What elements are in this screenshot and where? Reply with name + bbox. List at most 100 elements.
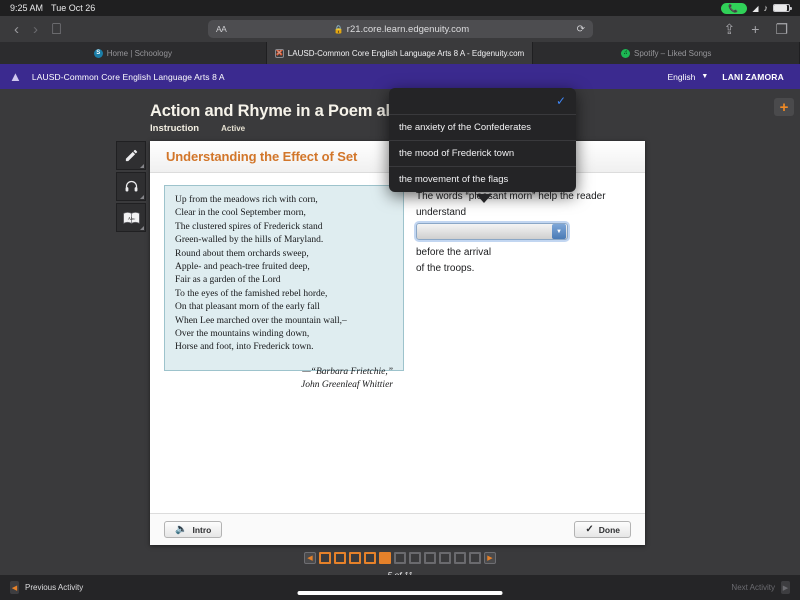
- page-title: Action and Rhyme in a Poem about: [150, 102, 421, 120]
- wifi-icon: ◢: [752, 3, 759, 13]
- browser-tab-title: Home | Schoology: [106, 48, 172, 58]
- dropdown-pointer: [476, 194, 492, 203]
- schoology-icon: S: [93, 48, 103, 58]
- pager-step-1[interactable]: [319, 552, 331, 564]
- previous-activity-button[interactable]: ◀ Previous Activity: [0, 581, 83, 594]
- svg-text:Abc: Abc: [127, 215, 135, 220]
- browser-tab-title: LAUSD-Common Core English Language Arts …: [287, 48, 525, 58]
- left-triangle-icon: ◀: [10, 581, 19, 594]
- checkmark-icon: ✓: [555, 94, 566, 108]
- battery-icon: [773, 4, 792, 12]
- add-button[interactable]: +: [774, 98, 794, 116]
- pager-step-3[interactable]: [349, 552, 361, 564]
- headphones-icon: ♪: [763, 3, 769, 13]
- poem-line: When Lee marched over the mountain wall,…: [175, 315, 347, 326]
- question-text-last: of the troops.: [416, 263, 475, 274]
- activity-bar: ◀ Previous Activity Next Activity ▶: [0, 575, 800, 600]
- text-size-button[interactable]: AA: [208, 24, 227, 34]
- pager-step-7[interactable]: [409, 552, 421, 564]
- next-activity-button[interactable]: Next Activity ▶: [731, 581, 800, 594]
- intro-button[interactable]: 🔈 Intro: [164, 521, 223, 538]
- select-dropdown-menu[interactable]: ✓ the anxiety of the Confederates the mo…: [389, 88, 576, 192]
- home-icon[interactable]: ▲: [0, 69, 32, 84]
- pencil-icon[interactable]: [116, 141, 146, 170]
- lesson-card: Understanding the Effect of Set Up from …: [150, 141, 645, 545]
- reload-icon[interactable]: ⟳: [577, 24, 593, 35]
- poem-line: Green-walled by the hills of Maryland.: [175, 235, 324, 246]
- share-icon[interactable]: ⇪: [724, 21, 736, 38]
- poem-line: Horse and foot, into Frederick town.: [175, 342, 314, 353]
- ios-status-bar: 9:25 AM Tue Oct 26 📞 ◢ ♪: [0, 0, 800, 16]
- dropdown-option-2[interactable]: the mood of Frederick town: [389, 140, 576, 166]
- answer-select[interactable]: ▼: [416, 223, 568, 240]
- plus-icon: +: [779, 98, 789, 116]
- home-indicator[interactable]: [297, 591, 503, 595]
- pager-prev-button[interactable]: ◀: [304, 552, 316, 564]
- dropdown-option-label: the movement of the flags: [399, 174, 509, 185]
- question-prompt: The words “pleasant morn” help the reade…: [416, 191, 606, 218]
- left-triangle-icon: ◀: [307, 555, 313, 562]
- new-tab-icon[interactable]: +: [751, 21, 759, 38]
- browser-tab-bar: S Home | Schoology ✕ ✖ LAUSD-Common Core…: [0, 42, 800, 64]
- poem-line: Fair as a garden of the Lord: [175, 275, 281, 286]
- pager-step-2[interactable]: [334, 552, 346, 564]
- chevron-down-icon[interactable]: ▼: [552, 224, 566, 239]
- address-bar[interactable]: AA 🔒 r21.core.learn.edgenuity.com ⟳: [208, 20, 593, 38]
- pager-step-5[interactable]: [379, 552, 391, 564]
- language-label: English: [667, 71, 696, 82]
- dictionary-icon[interactable]: Abc: [116, 203, 146, 232]
- poem-line: Over the mountains winding down,: [175, 329, 310, 340]
- safari-toolbar: ‹ › ⎕ AA 🔒 r21.core.learn.edgenuity.com …: [0, 16, 800, 42]
- poem-line: To the eyes of the famished rebel horde,: [175, 288, 328, 299]
- lock-icon: 🔒: [333, 24, 344, 34]
- poem-line: Round about them orchards sweep,: [175, 248, 309, 259]
- dropdown-option-blank[interactable]: ✓: [389, 88, 576, 114]
- dropdown-option-1[interactable]: the anxiety of the Confederates: [389, 114, 576, 140]
- pager-step-4[interactable]: [364, 552, 376, 564]
- question-area: The words “pleasant morn” help the reade…: [416, 185, 631, 513]
- done-button[interactable]: ✓ Done: [574, 521, 631, 538]
- close-icon[interactable]: ✕: [274, 48, 284, 58]
- poem-source-title: —“Barbara Frietchie,”: [302, 366, 393, 377]
- card-heading: Understanding the Effect of Set: [166, 149, 358, 164]
- language-selector[interactable]: English ▼: [667, 72, 722, 82]
- pager-step-8[interactable]: [424, 552, 436, 564]
- course-title: LAUSD-Common Core English Language Arts …: [31, 71, 225, 82]
- dropdown-option-3[interactable]: the movement of the flags: [389, 166, 576, 192]
- card-footer: 🔈 Intro ✓ Done: [150, 513, 645, 545]
- pager-step-11[interactable]: [469, 552, 481, 564]
- tool-rail: Abc: [116, 141, 146, 234]
- tabs-icon[interactable]: ❐: [775, 21, 788, 38]
- forward-chevron-icon[interactable]: ›: [33, 22, 38, 37]
- book-icon[interactable]: ⎕: [52, 22, 61, 37]
- pager-step-9[interactable]: [439, 552, 451, 564]
- tab-instruction[interactable]: Instruction: [150, 123, 199, 134]
- speaker-icon: 🔈: [175, 524, 188, 535]
- chevron-down-icon: ▼: [701, 73, 709, 80]
- browser-tab-spotify[interactable]: ♫ Spotify – Liked Songs: [533, 42, 800, 64]
- poem-line: Clear in the cool September morn,: [175, 208, 306, 219]
- dropdown-option-label: the mood of Frederick town: [399, 148, 515, 159]
- browser-tab-schoology[interactable]: S Home | Schoology: [0, 42, 267, 64]
- phone-icon: 📞: [721, 2, 748, 14]
- spotify-icon: ♫: [620, 48, 630, 58]
- right-triangle-icon: ▶: [487, 555, 493, 562]
- pager-step-6[interactable]: [394, 552, 406, 564]
- next-activity-label: Next Activity: [731, 583, 775, 592]
- back-chevron-icon[interactable]: ‹: [14, 22, 19, 37]
- poem-line: The clustered spires of Frederick stand: [175, 221, 323, 232]
- poem-line: On that pleasant morn of the early fall: [175, 302, 320, 313]
- pager-next-button[interactable]: ▶: [484, 552, 496, 564]
- url-text: r21.core.learn.edgenuity.com: [346, 23, 470, 35]
- screen: 9:25 AM Tue Oct 26 📞 ◢ ♪ ‹ › ⎕ AA 🔒 r21.…: [0, 0, 800, 600]
- poem-excerpt: Up from the meadows rich with corn, Clea…: [164, 185, 404, 390]
- poem-author: John Greenleaf Whittier: [301, 379, 393, 390]
- browser-tab-edgenuity[interactable]: ✕ ✖ LAUSD-Common Core English Language A…: [266, 42, 534, 64]
- pager-step-10[interactable]: [454, 552, 466, 564]
- headphones-icon[interactable]: [116, 172, 146, 201]
- user-name[interactable]: LANI ZAMORA: [722, 72, 800, 82]
- previous-activity-label: Previous Activity: [25, 583, 84, 592]
- right-triangle-icon: ▶: [781, 581, 790, 594]
- tab-active[interactable]: Active: [221, 124, 245, 133]
- checkmark-icon: ✓: [585, 524, 594, 535]
